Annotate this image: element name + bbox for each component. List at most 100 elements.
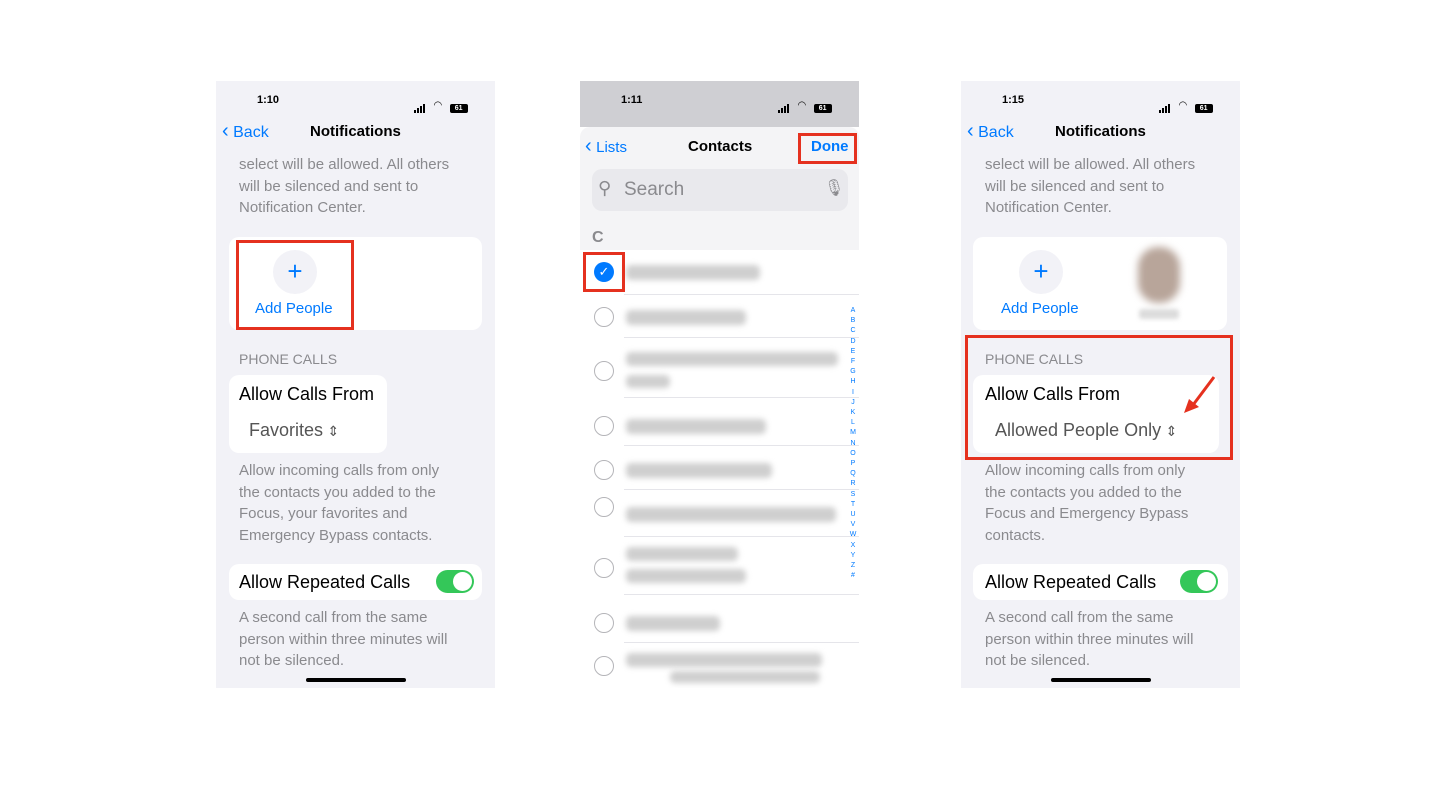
back-button[interactable]: ‹ Back <box>222 121 269 142</box>
plus-icon: + <box>1033 256 1049 286</box>
index-letter[interactable]: M <box>848 428 858 438</box>
index-letter[interactable]: F <box>848 357 858 367</box>
index-letter[interactable]: P <box>848 459 858 469</box>
contact-name-obscured[interactable] <box>626 616 720 631</box>
radio-button[interactable] <box>594 416 614 436</box>
search-placeholder: Search <box>624 179 685 200</box>
index-letter[interactable]: A <box>848 306 858 316</box>
index-letter[interactable]: T <box>848 500 858 510</box>
radio-button[interactable] <box>594 307 614 327</box>
contact-list: ✓ <box>580 251 859 688</box>
intro-line: Notification Center. <box>239 199 366 217</box>
radio-button[interactable] <box>594 361 614 381</box>
contact-name-obscured[interactable] <box>626 375 670 388</box>
microphone-icon[interactable]: 🎙 <box>824 178 844 198</box>
index-letter[interactable]: U <box>848 510 858 520</box>
allow-calls-value: Favorites <box>249 420 324 440</box>
alphabet-index[interactable]: A B C D E F G H I J K L M N O P Q R S T … <box>848 306 858 581</box>
index-letter[interactable]: V <box>848 520 858 530</box>
index-letter[interactable]: L <box>848 418 858 428</box>
arrow-annotation-icon <box>1184 376 1216 413</box>
desc-line: person within three minutes will <box>985 630 1194 648</box>
back-label: Back <box>233 124 269 141</box>
index-letter[interactable]: Z <box>848 561 858 571</box>
page-title: Notifications <box>310 123 401 140</box>
desc-line: Focus, your favorites and <box>239 505 408 523</box>
search-field[interactable]: ⚲ Search 🎙 <box>592 169 848 211</box>
chevron-left-icon: ‹ <box>222 120 229 142</box>
lists-back-button[interactable]: ‹ Lists <box>585 136 627 157</box>
index-letter[interactable]: R <box>848 479 858 489</box>
radio-button[interactable] <box>594 460 614 480</box>
contact-name-obscured[interactable] <box>626 569 746 583</box>
allow-calls-card[interactable]: Allow Calls From Favorites ⇕ <box>229 375 387 453</box>
index-letter[interactable]: H <box>848 377 858 387</box>
index-letter[interactable]: D <box>848 337 858 347</box>
index-letter[interactable]: Y <box>848 551 858 561</box>
desc-line: the contacts you added to the <box>239 483 436 501</box>
index-letter[interactable]: # <box>848 571 858 581</box>
contact-name-obscured[interactable] <box>626 352 838 366</box>
wifi-icon: ◠ <box>797 100 807 111</box>
radio-button[interactable] <box>594 656 614 676</box>
home-indicator <box>1051 678 1151 682</box>
people-card: + Add People <box>973 237 1227 330</box>
index-letter[interactable]: J <box>848 398 858 408</box>
desc-line: Focus and Emergency Bypass <box>985 505 1189 523</box>
index-letter[interactable]: Q <box>848 469 858 479</box>
desc-line: the contacts you added to the <box>985 483 1182 501</box>
contact-name-obscured[interactable] <box>626 653 822 667</box>
index-letter[interactable]: I <box>848 388 858 398</box>
chevron-left-icon: ‹ <box>967 120 974 142</box>
allow-calls-select[interactable]: Favorites ⇕ <box>249 420 339 441</box>
index-letter[interactable]: S <box>848 490 858 500</box>
repeated-description: A second call from the same person withi… <box>239 607 447 672</box>
repeated-calls-toggle[interactable] <box>436 570 474 593</box>
status-icons: ◠ 61 <box>414 95 468 113</box>
desc-line: Emergency Bypass contacts. <box>239 527 433 545</box>
index-letter[interactable]: E <box>848 347 858 357</box>
calls-description: Allow incoming calls from only the conta… <box>239 460 439 547</box>
contact-name-obscured[interactable] <box>626 463 772 478</box>
intro-line: will be silenced and sent to <box>985 177 1165 195</box>
repeated-calls-toggle[interactable] <box>1180 570 1218 593</box>
index-letter[interactable]: G <box>848 367 858 377</box>
page-title: Contacts <box>688 138 753 155</box>
index-letter[interactable]: K <box>848 408 858 418</box>
intro-line: Notification Center. <box>985 199 1112 217</box>
desc-line: A second call from the same <box>985 609 1174 626</box>
contact-name-obscured[interactable] <box>670 671 820 683</box>
radio-button[interactable] <box>594 558 614 578</box>
status-time: 1:15 <box>1002 94 1025 106</box>
allow-calls-label: Allow Calls From <box>239 384 375 404</box>
repeated-calls-label: Allow Repeated Calls <box>239 572 411 592</box>
page-title: Notifications <box>1055 123 1146 140</box>
contact-name-obscured[interactable] <box>626 265 760 280</box>
back-button[interactable]: ‹ Back <box>967 121 1014 142</box>
contact-avatar[interactable] <box>1138 247 1180 303</box>
add-person-button[interactable]: + <box>1019 250 1063 294</box>
section-letter: C <box>592 229 604 246</box>
index-letter[interactable]: W <box>848 530 858 540</box>
index-letter[interactable]: C <box>848 326 858 336</box>
repeated-calls-row: Allow Repeated Calls <box>973 564 1228 600</box>
contact-name-obscured[interactable] <box>626 419 766 434</box>
index-letter[interactable]: B <box>848 316 858 326</box>
contact-name-obscured[interactable] <box>626 507 836 522</box>
focus-notifications-screen-1: 1:10 ◠ 61 ‹ Back Notifications select wi… <box>216 81 495 688</box>
index-letter[interactable]: O <box>848 449 858 459</box>
radio-button[interactable] <box>594 613 614 633</box>
repeated-calls-label: Allow Repeated Calls <box>985 572 1157 592</box>
add-people-label[interactable]: Add People <box>1001 300 1079 317</box>
contact-name-obscured[interactable] <box>626 310 746 325</box>
index-letter[interactable]: N <box>848 439 858 449</box>
desc-line: person within three minutes will <box>239 630 448 648</box>
contact-name-obscured[interactable] <box>626 547 738 561</box>
chevron-left-icon: ‹ <box>585 135 592 157</box>
battery-icon: 61 <box>449 104 468 113</box>
radio-button[interactable] <box>594 497 614 517</box>
calls-description: Allow incoming calls from only the conta… <box>985 460 1188 547</box>
intro-line: select will be allowed. All others <box>239 156 450 173</box>
index-letter[interactable]: X <box>848 541 858 551</box>
status-time: 1:10 <box>257 94 280 106</box>
